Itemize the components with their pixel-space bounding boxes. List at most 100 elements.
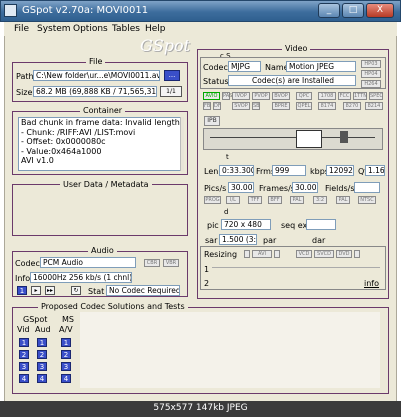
8174-flag[interactable]: 8174 bbox=[318, 102, 336, 110]
size-label: Size bbox=[16, 88, 33, 97]
menu-options[interactable]: Options bbox=[73, 24, 108, 34]
pics-field[interactable]: 30.000 bbox=[228, 182, 254, 193]
pal2-flag[interactable]: PAL bbox=[336, 196, 350, 204]
gspot-vid-2-button[interactable]: 2 bbox=[19, 350, 29, 359]
audio-info-field[interactable]: 16000Hz 256 kb/s (1 chnl) bbox=[30, 272, 132, 283]
video-status-field[interactable]: Codec(s) are Installed bbox=[228, 75, 356, 86]
menu-system[interactable]: System bbox=[37, 24, 71, 34]
pass-flag[interactable]: PASS bbox=[222, 92, 235, 100]
timeline-handle[interactable] bbox=[340, 131, 348, 143]
gspot-vid-1-button[interactable]: 1 bbox=[19, 338, 29, 347]
qf-field[interactable]: 1.166 bbox=[365, 165, 385, 176]
dar-label: dar bbox=[312, 236, 326, 245]
fb-flag[interactable]: FB bbox=[203, 102, 211, 110]
sar-label: sar bbox=[205, 236, 218, 245]
spec-flag[interactable]: SPEC bbox=[369, 92, 383, 100]
audio-codec-field[interactable]: PCM Audio bbox=[40, 257, 136, 268]
audio-last-button[interactable]: ▸▸ bbox=[45, 286, 55, 295]
size-field[interactable]: 68.2 MB (69,888 KB / 71,565,312 b bbox=[33, 86, 157, 97]
8214-flag[interactable]: 8214 bbox=[365, 102, 383, 110]
h264-button[interactable]: H264 bbox=[361, 80, 381, 88]
gspot-vid-3-button[interactable]: 3 bbox=[19, 362, 29, 371]
bpre-flag[interactable]: BPRE bbox=[272, 102, 290, 110]
pulldown-flag[interactable]: 3:2 bbox=[313, 196, 327, 204]
menu-help[interactable]: Help bbox=[145, 24, 166, 34]
resize-prev-button[interactable] bbox=[244, 250, 250, 258]
df-flag[interactable]: DF bbox=[213, 102, 221, 110]
vbr-button[interactable]: VBR bbox=[163, 259, 179, 267]
list-item: - Value:0x464a1000 bbox=[21, 146, 102, 156]
hp03-button[interactable]: HP03 bbox=[361, 60, 381, 68]
ms-av-4-button[interactable]: 4 bbox=[61, 374, 71, 383]
audio-stream-1-button[interactable]: 1 bbox=[17, 286, 27, 295]
resize-dvd-button[interactable]: DVD bbox=[336, 250, 352, 258]
pvop-flag[interactable]: PVOP bbox=[252, 92, 270, 100]
frms-field[interactable]: 999 bbox=[272, 165, 306, 176]
gspot-vid-4-button[interactable]: 4 bbox=[19, 374, 29, 383]
svop-flag[interactable]: SVOP bbox=[232, 102, 250, 110]
tff-flag[interactable]: TFF bbox=[248, 196, 262, 204]
seqext-field[interactable] bbox=[306, 219, 336, 230]
ms-av-3-button[interactable]: 3 bbox=[61, 362, 71, 371]
interlace-flag[interactable]: I/L bbox=[226, 196, 240, 204]
resize-extra-button[interactable] bbox=[354, 250, 360, 258]
gspot-aud-3-button[interactable]: 3 bbox=[37, 362, 47, 371]
pal-flag[interactable]: PAL bbox=[290, 196, 304, 204]
menu-file[interactable]: File bbox=[14, 24, 29, 34]
bff-flag[interactable]: BFF bbox=[268, 196, 282, 204]
hp04-button[interactable]: HP04 bbox=[361, 70, 381, 78]
ms-av-2-button[interactable]: 2 bbox=[61, 350, 71, 359]
gspot-aud-1-button[interactable]: 1 bbox=[37, 338, 47, 347]
list-item: Bad chunk in frame data: Invalid length bbox=[21, 118, 180, 127]
qpel-flag[interactable]: QPEL bbox=[296, 102, 312, 110]
video-name-field[interactable]: Motion JPEG bbox=[286, 61, 356, 72]
gspot-aud-2-button[interactable]: 2 bbox=[37, 350, 47, 359]
list-item: - Offset: 0x0000080c bbox=[21, 137, 106, 146]
close-button[interactable]: X bbox=[366, 3, 394, 18]
pic-field[interactable]: 720 x 480 bbox=[221, 219, 271, 230]
frames-field[interactable]: 30.000 bbox=[292, 182, 318, 193]
kbps-field[interactable]: 12092 bbox=[326, 165, 354, 176]
resize-next-button[interactable] bbox=[274, 250, 280, 258]
sar-field[interactable]: 1.500 (3:2) bbox=[219, 234, 257, 245]
info-link[interactable]: info bbox=[364, 279, 379, 288]
audio-stat-field[interactable]: No Codec Required bbox=[106, 285, 180, 296]
fcc-flag[interactable]: FCC bbox=[338, 92, 351, 100]
timeline-marker[interactable] bbox=[296, 130, 322, 148]
len-label: Len bbox=[204, 167, 219, 176]
resize-vcd-button[interactable]: VCD bbox=[296, 250, 312, 258]
dimensions-d-label: d bbox=[224, 208, 229, 216]
resize-avi-button[interactable]: AVI bbox=[252, 250, 272, 258]
bvop-flag[interactable]: BVOP bbox=[272, 92, 290, 100]
browse-button[interactable]: ... bbox=[164, 70, 180, 81]
len-field[interactable]: 0:33.300 bbox=[219, 165, 254, 176]
ms-av-1-button[interactable]: 1 bbox=[61, 338, 71, 347]
qpc-flag[interactable]: QPC bbox=[296, 92, 312, 100]
prog-flag[interactable]: PROG bbox=[204, 196, 221, 204]
resize-svcd-button[interactable]: SVCD bbox=[314, 250, 334, 258]
fields-field[interactable] bbox=[354, 182, 380, 193]
ntsc-flag[interactable]: NTSC bbox=[358, 196, 376, 204]
frame-timeline[interactable] bbox=[203, 128, 383, 150]
page-indicator[interactable]: 1/1 bbox=[160, 86, 182, 97]
8270-flag[interactable]: 8270 bbox=[343, 102, 361, 110]
audio-refresh-button[interactable]: ↻ bbox=[71, 286, 81, 295]
gspot-aud-4-button[interactable]: 4 bbox=[37, 374, 47, 383]
minimize-button[interactable]: _ bbox=[318, 3, 340, 18]
audio-next-button[interactable]: ▸ bbox=[31, 286, 41, 295]
1708-flag[interactable]: 1708 bbox=[318, 92, 336, 100]
issues-scrollbar[interactable] bbox=[180, 117, 184, 171]
ivop-flag[interactable]: IVOP bbox=[232, 92, 250, 100]
maximize-button[interactable]: □ bbox=[342, 3, 364, 18]
cbr-button[interactable]: CBR bbox=[144, 259, 160, 267]
video-codec-field[interactable]: MJPG bbox=[228, 61, 261, 72]
container-issues-list[interactable]: Bad chunk in frame data: Invalid length … bbox=[18, 117, 184, 171]
resize-row-1-label: 1 bbox=[204, 265, 210, 274]
sb-flag[interactable]: SB bbox=[252, 102, 260, 110]
menu-tables[interactable]: Tables bbox=[112, 24, 140, 34]
1ttn-flag[interactable]: 1TTN bbox=[353, 92, 367, 100]
avio-flag[interactable]: AVIO bbox=[203, 92, 220, 100]
ipb-button[interactable]: IPB bbox=[204, 116, 220, 126]
app-icon[interactable] bbox=[4, 4, 17, 17]
path-field[interactable]: C:\New folder\ur...e\MOVI0011.avi bbox=[33, 70, 160, 81]
